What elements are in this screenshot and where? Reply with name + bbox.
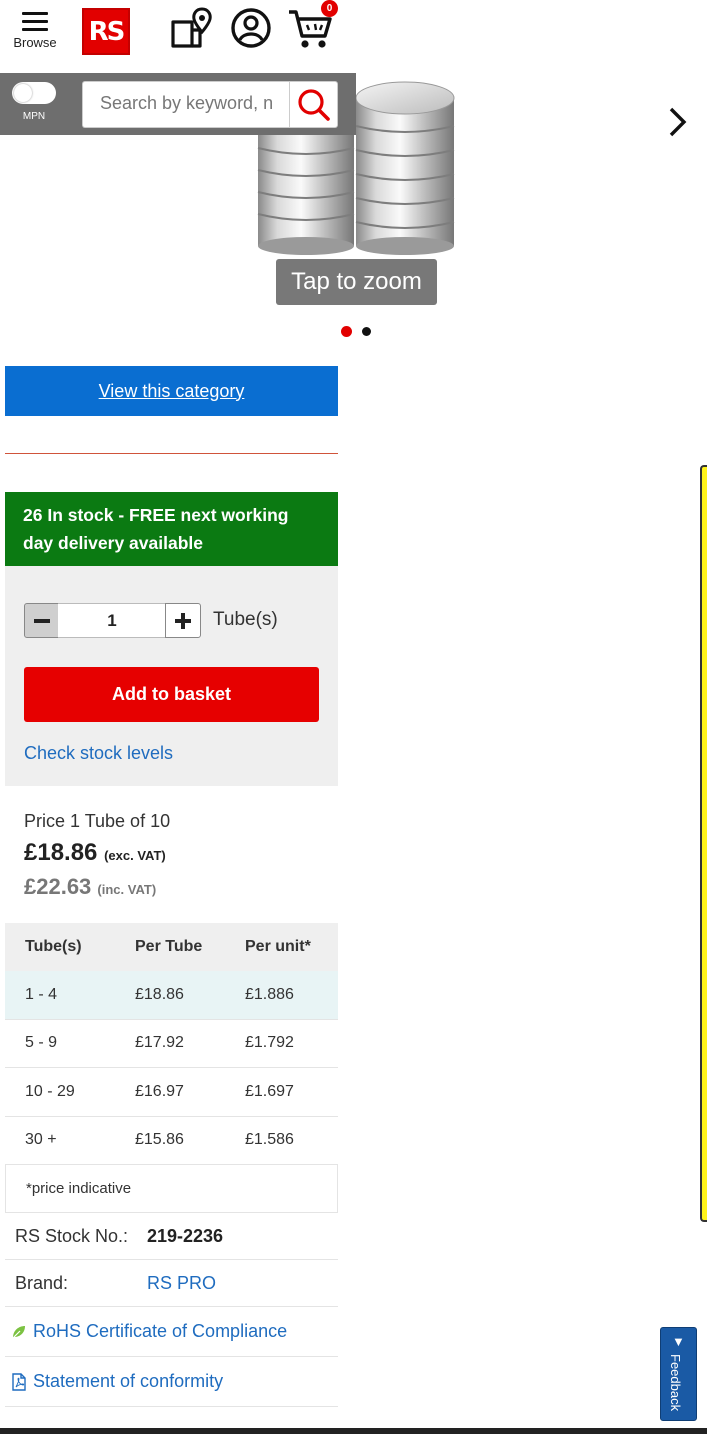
price-break-table: Tube(s) Per Tube Per unit* 1 - 4 £18.86 … (5, 923, 338, 1213)
quantity-input[interactable]: 1 (58, 603, 166, 638)
statement-of-conformity-link[interactable]: Statement of conformity (5, 1357, 338, 1407)
mpn-toggle[interactable] (12, 82, 56, 104)
column-header: Per Tube (135, 938, 203, 955)
search-icon (297, 88, 330, 121)
table-cell: £1.586 (245, 1131, 294, 1149)
rs-logo[interactable]: RS (82, 8, 130, 55)
price-exc-label: (exc. VAT) (104, 848, 166, 863)
brand-label: Brand: (15, 1272, 69, 1293)
column-header: Tube(s) (25, 938, 82, 955)
table-cell: £15.86 (135, 1131, 184, 1149)
table-row: 1 - 4 £18.86 £1.886 (5, 971, 338, 1020)
table-row: 5 - 9 £17.92 £1.792 (5, 1020, 338, 1068)
rohs-label: RoHS Certificate of Compliance (33, 1321, 288, 1341)
table-cell: £1.886 (245, 985, 294, 1003)
browse-label: Browse (13, 35, 57, 50)
gallery-dot-1[interactable] (341, 326, 352, 337)
search-input[interactable]: Search by keyword, n (82, 81, 290, 128)
check-stock-link[interactable]: Check stock levels (24, 743, 173, 764)
feedback-label: Feedback (668, 1354, 683, 1412)
hamburger-icon (22, 12, 48, 31)
mpn-label: MPN (22, 111, 46, 122)
brand-link[interactable]: RS PRO (147, 1273, 216, 1294)
add-to-basket-button[interactable]: Add to basket (24, 667, 319, 722)
price-exc-vat: £18.86 (exc. VAT) (24, 839, 166, 867)
stock-number-value: 219-2236 (147, 1225, 224, 1246)
stock-number-row: RS Stock No.: 219-2236 (5, 1213, 338, 1260)
leaf-icon (12, 1325, 25, 1338)
price-description: Price 1 Tube of 10 (24, 811, 171, 831)
plus-icon (175, 612, 191, 629)
table-cell: £18.86 (135, 985, 184, 1003)
price-inc-label: (inc. VAT) (97, 882, 157, 897)
table-cell: £17.92 (135, 1034, 184, 1052)
view-category-link[interactable]: View this category (5, 366, 338, 416)
side-scroll-indicator[interactable] (700, 465, 707, 1222)
brand-row: Brand: RS PRO (5, 1260, 338, 1307)
feedback-tab[interactable]: ▼ Feedback (660, 1327, 697, 1421)
stock-status-banner: 26 In stock - FREE next working day deli… (5, 492, 338, 566)
table-cell: £1.697 (245, 1082, 294, 1100)
bottom-bar (0, 1428, 707, 1434)
unit-label: Tube(s) (213, 609, 278, 630)
next-image-arrow[interactable] (662, 104, 692, 140)
price-inc-value: £22.63 (24, 874, 92, 899)
table-cell: 30 + (25, 1131, 57, 1149)
store-locator-icon[interactable] (168, 6, 212, 50)
browse-menu-button[interactable]: Browse (8, 8, 62, 54)
price-exc-value: £18.86 (24, 839, 98, 866)
table-cell: £16.97 (135, 1082, 184, 1100)
gallery-dot-2[interactable] (362, 327, 371, 336)
column-header: Per unit* (245, 938, 311, 955)
table-row: 10 - 29 £16.97 £1.697 (5, 1068, 338, 1117)
price-note: *price indicative (5, 1165, 338, 1213)
quantity-increase-button[interactable] (165, 603, 201, 638)
table-cell: £1.792 (245, 1034, 294, 1052)
quantity-decrease-button[interactable] (24, 603, 59, 638)
divider (5, 453, 338, 454)
table-cell: 1 - 4 (25, 985, 58, 1003)
stock-number-label: RS Stock No.: (15, 1225, 129, 1246)
account-icon[interactable] (229, 6, 273, 50)
chevron-right-icon (669, 107, 687, 137)
table-cell: 5 - 9 (25, 1034, 58, 1052)
pdf-icon (12, 1372, 26, 1391)
price-inc-vat: £22.63 (inc. VAT) (24, 874, 156, 900)
conformity-label: Statement of conformity (33, 1371, 224, 1391)
table-row: 30 + £15.86 £1.586 (5, 1117, 338, 1165)
table-header: Tube(s) Per Tube Per unit* (5, 923, 338, 971)
tap-to-zoom-button[interactable]: Tap to zoom (276, 259, 437, 305)
basket-count-badge: 0 (321, 0, 338, 17)
rohs-certificate-link[interactable]: RoHS Certificate of Compliance (5, 1307, 338, 1357)
search-button[interactable] (289, 81, 338, 128)
minus-icon (33, 618, 50, 623)
caret-down-icon: ▼ (672, 1334, 685, 1349)
table-cell: 10 - 29 (25, 1082, 75, 1100)
